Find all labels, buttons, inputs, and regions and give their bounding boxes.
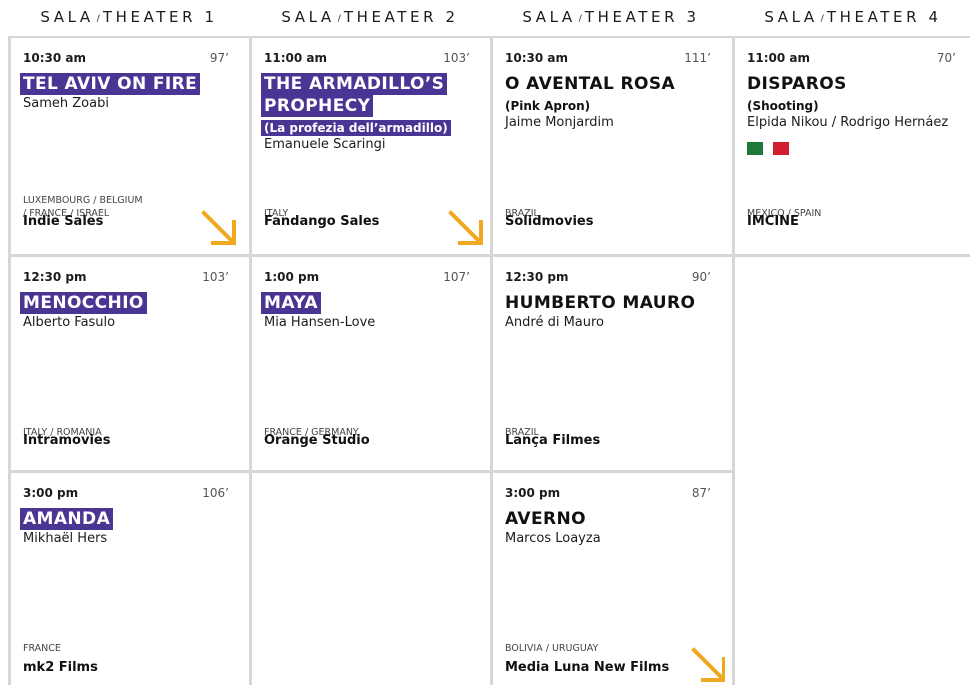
film-subtitle: (Shooting) (747, 99, 819, 113)
film-director: Marcos Loayza (505, 531, 601, 546)
film-subtitle: (La profezia dell’armadillo) (261, 120, 451, 136)
film-subtitle: (Pink Apron) (505, 99, 591, 113)
screening-runtime: 106’ (202, 486, 229, 500)
screening-runtime: 90’ (691, 270, 711, 284)
film-distributor: Solidmovies (505, 214, 594, 229)
sala-label: SALA (522, 8, 576, 26)
film-distributor: Lança Filmes (505, 433, 601, 448)
theater-name: THEATER 3 (584, 8, 700, 26)
slash-separator: / (96, 14, 100, 24)
screening-time: 10:30 am (23, 51, 86, 65)
film-distributor: Orange Studio (264, 433, 370, 448)
film-title: THE ARMADILLO’S PROPHECY (261, 73, 448, 117)
screening-card-the-armadillos-prophecy[interactable]: 11:00 am 103’ THE ARMADILLO’S PROPHECY (… (252, 38, 484, 248)
film-country: BOLIVIA / URUGUAY (505, 642, 598, 655)
mexico-flag-green-icon (747, 142, 763, 155)
mexico-flag-red-icon (773, 142, 789, 155)
title-block: HUMBERTO MAURO André di Mauro (502, 292, 722, 332)
title-block: THE ARMADILLO’S PROPHECY (La profezia de… (261, 73, 461, 154)
film-distributor: mk2 Films (23, 660, 98, 675)
screening-time: 12:30 pm (505, 270, 569, 284)
film-distributor: Media Luna New Films (505, 660, 670, 675)
film-director: Mia Hansen-Love (264, 315, 376, 330)
screening-card-humberto-mauro[interactable]: 12:30 pm 90’ HUMBERTO MAURO André di Mau… (493, 257, 725, 467)
screening-card-disparos[interactable]: 11:00 am 70’ DISPAROS (Shooting) Elpida … (735, 38, 970, 248)
film-title: TEL AVIV ON FIRE (20, 73, 201, 95)
screening-runtime: 111’ (684, 51, 711, 65)
screening-card-o-avental-rosa[interactable]: 10:30 am 111’ O AVENTAL ROSA (Pink Apron… (493, 38, 725, 248)
country-flags (744, 142, 970, 155)
film-country: FRANCE (23, 642, 61, 655)
title-block: TEL AVIV ON FIRE Sameh Zoabi (20, 73, 240, 113)
film-title: MENOCCHIO (20, 292, 147, 314)
screening-card-amanda[interactable]: 3:00 pm 106’ AMANDA Mikhaël Hers FRANCE … (11, 473, 243, 683)
title-block: O AVENTAL ROSA (Pink Apron) Jaime Monjar… (502, 73, 722, 132)
film-title: AVERNO (505, 509, 586, 529)
screening-time: 11:00 am (747, 51, 810, 65)
film-distributor: Indie Sales (23, 214, 104, 229)
slash-separator: / (578, 14, 582, 24)
title-block: MENOCCHIO Alberto Fasulo (20, 292, 240, 332)
arrow-down-right-icon[interactable] (691, 647, 725, 685)
sala-label: SALA (281, 8, 335, 26)
theater-header-1: SALA / THEATER 1 (8, 8, 250, 26)
screening-time: 1:00 pm (264, 270, 320, 284)
screening-time: 3:00 pm (23, 486, 79, 500)
title-block: MAYA Mia Hansen-Love (261, 292, 481, 332)
slash-separator: / (820, 14, 824, 24)
theater-name: THEATER 2 (343, 8, 459, 26)
arrow-down-right-icon[interactable] (448, 210, 484, 248)
screening-time: 12:30 pm (23, 270, 87, 284)
country-line: BOLIVIA / URUGUAY (505, 643, 599, 654)
country-line: FRANCE (23, 643, 61, 654)
country-line: LUXEMBOURG / BELGIUM (23, 195, 143, 206)
screening-time: 3:00 pm (505, 486, 561, 500)
film-director: André di Mauro (505, 315, 605, 330)
film-director: Mikhaël Hers (23, 531, 108, 546)
screening-runtime: 70’ (936, 51, 956, 65)
screening-runtime: 87’ (691, 486, 711, 500)
theater-name: THEATER 1 (102, 8, 218, 26)
screening-runtime: 103’ (443, 51, 470, 65)
film-title: HUMBERTO MAURO (505, 293, 696, 313)
film-title: DISPAROS (747, 74, 847, 94)
screening-card-tel-aviv-on-fire[interactable]: 10:30 am 97’ TEL AVIV ON FIRE Sameh Zoab… (11, 38, 243, 248)
screening-runtime: 103’ (202, 270, 229, 284)
film-director: Jaime Monjardim (505, 115, 614, 130)
film-title: MAYA (261, 292, 321, 314)
film-director: Sameh Zoabi (23, 96, 109, 111)
theater-header-3: SALA / THEATER 3 (490, 8, 732, 26)
screening-time: 10:30 am (505, 51, 568, 65)
screening-card-menocchio[interactable]: 12:30 pm 103’ MENOCCHIO Alberto Fasulo I… (11, 257, 243, 467)
film-director: Elpida Nikou / Rodrigo Hernáez (747, 115, 949, 130)
theater-header-2: SALA / THEATER 2 (249, 8, 491, 26)
film-title: O AVENTAL ROSA (505, 74, 676, 94)
film-distributor: Fandango Sales (264, 214, 380, 229)
theater-header-4: SALA / THEATER 4 (732, 8, 970, 26)
screening-card-maya[interactable]: 1:00 pm 107’ MAYA Mia Hansen-Love FRANCE… (252, 257, 484, 467)
screening-time: 11:00 am (264, 51, 327, 65)
slash-separator: / (337, 14, 341, 24)
sala-label: SALA (40, 8, 94, 26)
film-distributor: IMCINE (747, 214, 799, 229)
title-block: DISPAROS (Shooting) Elpida Nikou / Rodri… (744, 73, 970, 155)
sala-label: SALA (764, 8, 818, 26)
title-block: AMANDA Mikhaël Hers (20, 508, 240, 548)
screening-runtime: 97’ (209, 51, 229, 65)
film-director: Emanuele Scaringi (264, 137, 386, 152)
film-distributor: Intramovies (23, 433, 111, 448)
screening-card-averno[interactable]: 3:00 pm 87’ AVERNO Marcos Loayza BOLIVIA… (493, 473, 725, 685)
arrow-down-right-icon[interactable] (201, 210, 239, 248)
film-director: Alberto Fasulo (23, 315, 116, 330)
screening-runtime: 107’ (443, 270, 470, 284)
theater-name: THEATER 4 (826, 8, 942, 26)
title-block: AVERNO Marcos Loayza (502, 508, 722, 548)
film-title: AMANDA (20, 508, 114, 530)
